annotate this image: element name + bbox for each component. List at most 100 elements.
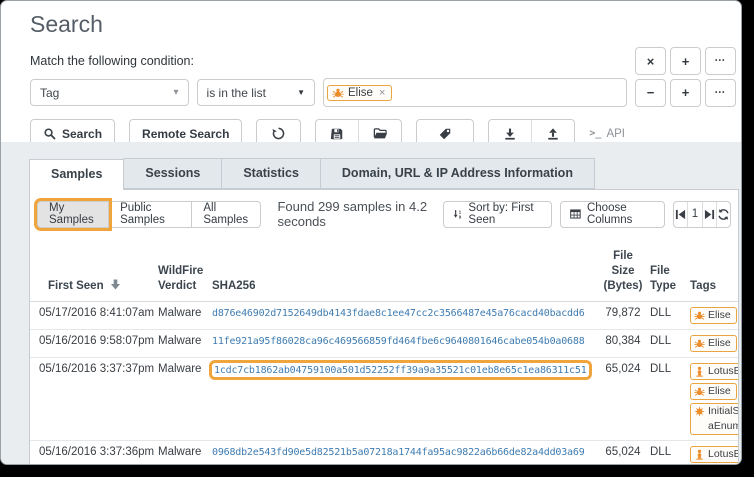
- tag-chip-initialsystemdataenumeration[interactable]: InitialSystemDataEnumeration: [690, 402, 738, 435]
- file-type-cell: DLL: [650, 334, 672, 347]
- query-builder-buttons: × + •••: [635, 47, 736, 75]
- column-header-wildfire-verdict[interactable]: WildFire Verdict: [156, 235, 210, 301]
- tag-chip-elise[interactable]: Elise: [690, 334, 737, 352]
- sha256-annotation-highlight: 1cdc7cb1862ab04759100a501d52252ff39a9a35…: [212, 363, 589, 377]
- verdict-cell: Malware: [158, 306, 202, 319]
- scope-public-samples-button[interactable]: Public Samples: [109, 200, 193, 228]
- svg-text:9: 9: [459, 214, 462, 219]
- tag-chip-lotusblossom[interactable]: LotusBlossom: [690, 445, 738, 463]
- sort-by-button[interactable]: 1 9 Sort by: First Seen: [443, 200, 553, 228]
- search-icon: [44, 128, 56, 140]
- verdict-cell: Malware: [158, 334, 202, 347]
- last-page-icon: [704, 209, 714, 219]
- first-seen-cell: 05/17/2016 8:41:07am: [39, 306, 155, 319]
- sha256-link[interactable]: 11fe921a95f86028ca96c469566859fd464fbe6c…: [212, 336, 585, 347]
- sha256-link[interactable]: d876e46902d7152649db4143fdae8c1ee47cc2c3…: [212, 308, 585, 319]
- file-size-cell: 65,024: [605, 445, 641, 458]
- sort-descending-icon: [110, 279, 120, 290]
- tag-icon: [440, 128, 451, 139]
- row-more-options-button[interactable]: •••: [705, 78, 736, 107]
- column-header-tags[interactable]: Tags: [688, 235, 738, 301]
- save-icon: [331, 128, 343, 139]
- first-seen-cell: 05/16/2016 3:37:36pm: [39, 445, 155, 458]
- svg-text:1: 1: [459, 209, 462, 214]
- table-columns-icon: [570, 209, 581, 219]
- autofocus-search-window: Search Match the following condition: × …: [0, 0, 742, 465]
- first-page-icon: [676, 209, 686, 219]
- choose-columns-button[interactable]: Choose Columns: [560, 200, 666, 228]
- remove-condition-button[interactable]: −: [635, 78, 666, 107]
- tag-chip-label: Elise: [348, 86, 373, 99]
- first-seen-cell: 05/16/2016 9:58:07pm: [39, 334, 155, 347]
- clear-query-button[interactable]: ×: [635, 47, 666, 75]
- verdict-cell: Malware: [158, 362, 202, 375]
- remove-tag-icon[interactable]: ×: [379, 87, 385, 99]
- table-row: 05/16/2016 3:37:36pm Malware 0968db2e543…: [30, 440, 738, 464]
- threat-actor-icon: [696, 449, 703, 460]
- pagination: 1: [673, 200, 732, 228]
- download-icon: [505, 128, 516, 140]
- tag-value-chip[interactable]: Elise ×: [327, 84, 393, 101]
- field-select[interactable]: Tag ▾: [30, 79, 189, 106]
- tag-chip-elise[interactable]: Elise: [690, 306, 737, 324]
- condition-label: Match the following condition:: [30, 54, 194, 68]
- bug-icon: [332, 88, 344, 98]
- upload-icon: [548, 127, 559, 140]
- bug-icon: [694, 387, 705, 396]
- tab-sessions[interactable]: Sessions: [123, 158, 223, 189]
- result-tabs: Samples Sessions Statistics Domain, URL …: [29, 158, 741, 190]
- threat-actor-icon: [696, 366, 703, 377]
- scope-all-samples-button[interactable]: All Samples: [192, 200, 262, 228]
- results-summary: Found 299 samples in 4.2 seconds: [277, 199, 428, 229]
- tab-domain-url-ip[interactable]: Domain, URL & IP Address Information: [319, 158, 595, 189]
- tag-chip-lotusblossom[interactable]: LotusBlossom: [690, 362, 738, 380]
- history-icon: [272, 127, 285, 140]
- chevron-down-icon: ▼: [297, 88, 305, 97]
- sha256-link[interactable]: 1cdc7cb1862ab04759100a501d52252ff39a9a35…: [214, 365, 587, 376]
- samples-panel: My Samples Public Samples All Samples Fo…: [29, 189, 739, 464]
- api-link[interactable]: >_ API: [589, 128, 625, 140]
- file-size-cell: 80,384: [605, 334, 641, 347]
- results-toolbar: My Samples Public Samples All Samples Fo…: [30, 190, 738, 235]
- attack-burst-icon: [694, 406, 705, 417]
- table-row: 05/17/2016 8:41:07am Malware d876e46902d…: [30, 301, 738, 330]
- column-header-sha256[interactable]: SHA256: [210, 235, 598, 301]
- scope-my-samples-button[interactable]: My Samples: [37, 200, 110, 228]
- condition-value-input[interactable]: Elise ×: [323, 78, 627, 107]
- column-header-file-type[interactable]: File Type: [648, 235, 688, 301]
- column-header-first-seen[interactable]: First Seen: [30, 235, 156, 301]
- file-type-cell: DLL: [650, 306, 672, 319]
- open-folder-icon: [373, 128, 388, 139]
- refresh-button[interactable]: [715, 201, 730, 227]
- bug-icon: [694, 311, 705, 320]
- tab-samples[interactable]: Samples: [29, 159, 125, 190]
- table-row: 05/16/2016 3:37:37pm Malware 1cdc7cb1862…: [30, 357, 738, 441]
- column-header-file-size[interactable]: File Size (Bytes): [598, 235, 648, 301]
- add-condition-row-button[interactable]: +: [670, 78, 701, 107]
- first-page-button[interactable]: [674, 202, 687, 227]
- tab-statistics[interactable]: Statistics: [221, 158, 321, 189]
- condition-row: Tag ▾ is in the list ▼ Elise × − + •••: [30, 78, 736, 107]
- file-size-cell: 65,024: [605, 362, 641, 375]
- search-builder-section: Search Match the following condition: × …: [1, 1, 741, 148]
- operator-select[interactable]: is in the list ▼: [196, 79, 315, 106]
- more-options-button[interactable]: •••: [705, 47, 736, 75]
- first-seen-cell: 05/16/2016 3:37:37pm: [39, 362, 155, 375]
- results-section: Samples Sessions Statistics Domain, URL …: [1, 142, 741, 464]
- samples-table: First Seen WildFire Verdict SHA256 File …: [30, 235, 738, 464]
- terminal-prompt-icon: >_: [589, 128, 602, 139]
- file-size-cell: 79,872: [605, 306, 641, 319]
- table-row: 05/16/2016 9:58:07pm Malware 11fe921a95f…: [30, 329, 738, 358]
- sort-icon: 1 9: [453, 209, 462, 219]
- tag-chip-elise[interactable]: Elise: [690, 382, 737, 400]
- file-type-cell: DLL: [650, 362, 672, 375]
- page-title: Search: [30, 11, 103, 37]
- chevron-down-icon: ▾: [173, 87, 179, 98]
- add-condition-button[interactable]: +: [670, 47, 701, 75]
- bug-icon: [694, 339, 705, 348]
- refresh-icon: [718, 208, 729, 220]
- condition-row-buttons: − + •••: [635, 78, 736, 107]
- last-page-button[interactable]: [701, 201, 716, 227]
- page-number[interactable]: 1: [687, 201, 701, 227]
- sha256-link[interactable]: 0968db2e543fd90e5d82521b5a07218a1744fa95…: [212, 447, 585, 458]
